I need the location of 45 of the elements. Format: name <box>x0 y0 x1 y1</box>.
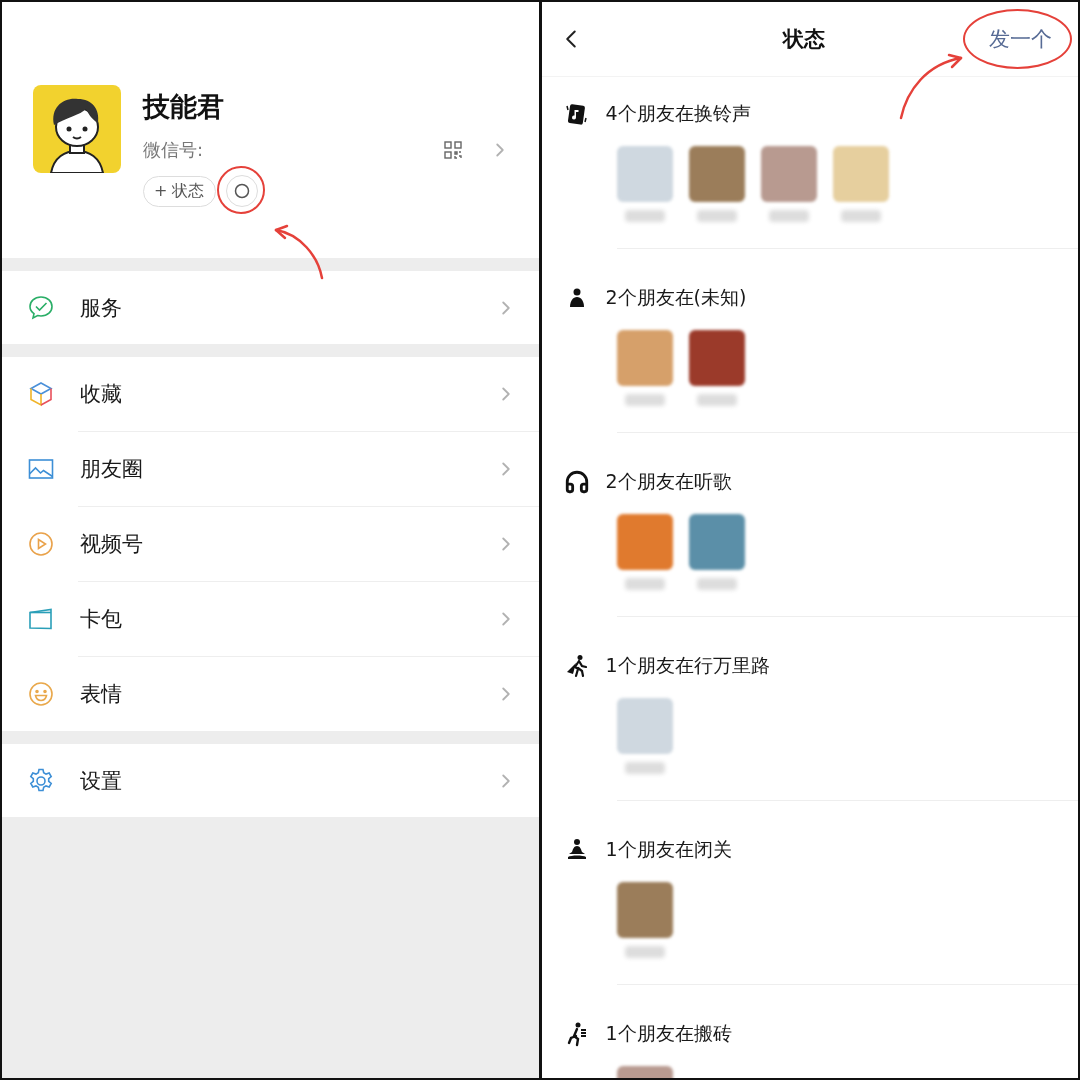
status-group-title: 2个朋友在(未知) <box>605 285 747 310</box>
blurred-name <box>624 578 665 590</box>
blurred-name <box>768 210 809 222</box>
status-group-title: 1个朋友在行万里路 <box>605 653 770 678</box>
menu-item[interactable]: 朋友圈 <box>2 432 539 506</box>
headphones-icon <box>563 469 590 495</box>
status-ring-button[interactable] <box>225 175 258 207</box>
post-status-button[interactable]: 发一个 <box>983 21 1058 57</box>
menu-item[interactable]: 视频号 <box>2 507 539 581</box>
blurred-name <box>696 394 737 406</box>
blurred-name <box>624 210 665 222</box>
blurred-name <box>696 210 737 222</box>
blurred-name <box>624 946 665 958</box>
avatar-photo-placeholder[interactable] <box>688 146 745 202</box>
menu-item[interactable]: 表情 <box>2 657 539 731</box>
status-group-title: 1个朋友在闭关 <box>605 837 732 862</box>
status-group-title: 4个朋友在换铃声 <box>605 101 751 126</box>
avatar-photo-placeholder[interactable] <box>616 514 673 570</box>
avatar-photo-placeholder[interactable] <box>688 330 745 386</box>
blurred-name <box>696 578 737 590</box>
highlight-circle <box>216 166 265 214</box>
status-group-title: 1个朋友在搬砖 <box>605 1021 732 1046</box>
blurred-name <box>840 210 881 222</box>
avatar-photo-placeholder[interactable] <box>688 514 745 570</box>
avatar-photo-placeholder[interactable] <box>616 330 673 386</box>
avatar-photo-placeholder[interactable] <box>616 882 673 938</box>
add-status-button[interactable]: + 状态 <box>143 175 216 207</box>
menu-item[interactable]: 卡包 <box>2 582 539 656</box>
blurred-name <box>624 762 665 774</box>
page-title: 状态 <box>783 26 826 53</box>
profile-name: 技能君 <box>143 90 225 124</box>
play-circle-icon <box>26 529 56 559</box>
music-card-icon <box>563 101 590 127</box>
menu-item[interactable]: 收藏 <box>2 357 539 431</box>
wechat-id-label: 微信号: <box>143 138 205 162</box>
blurred-name <box>624 394 665 406</box>
qr-code-icon[interactable] <box>442 140 463 160</box>
menu-item[interactable]: 设置 <box>2 744 539 817</box>
status-group-title: 2个朋友在听歌 <box>605 469 732 494</box>
ring-icon <box>233 183 250 199</box>
avatar-drawing[interactable] <box>33 85 121 173</box>
smiley-icon <box>26 679 56 709</box>
avatar-photo-placeholder[interactable] <box>760 146 817 202</box>
cube-icon <box>26 379 56 409</box>
menu-item[interactable]: 服务 <box>2 271 539 344</box>
